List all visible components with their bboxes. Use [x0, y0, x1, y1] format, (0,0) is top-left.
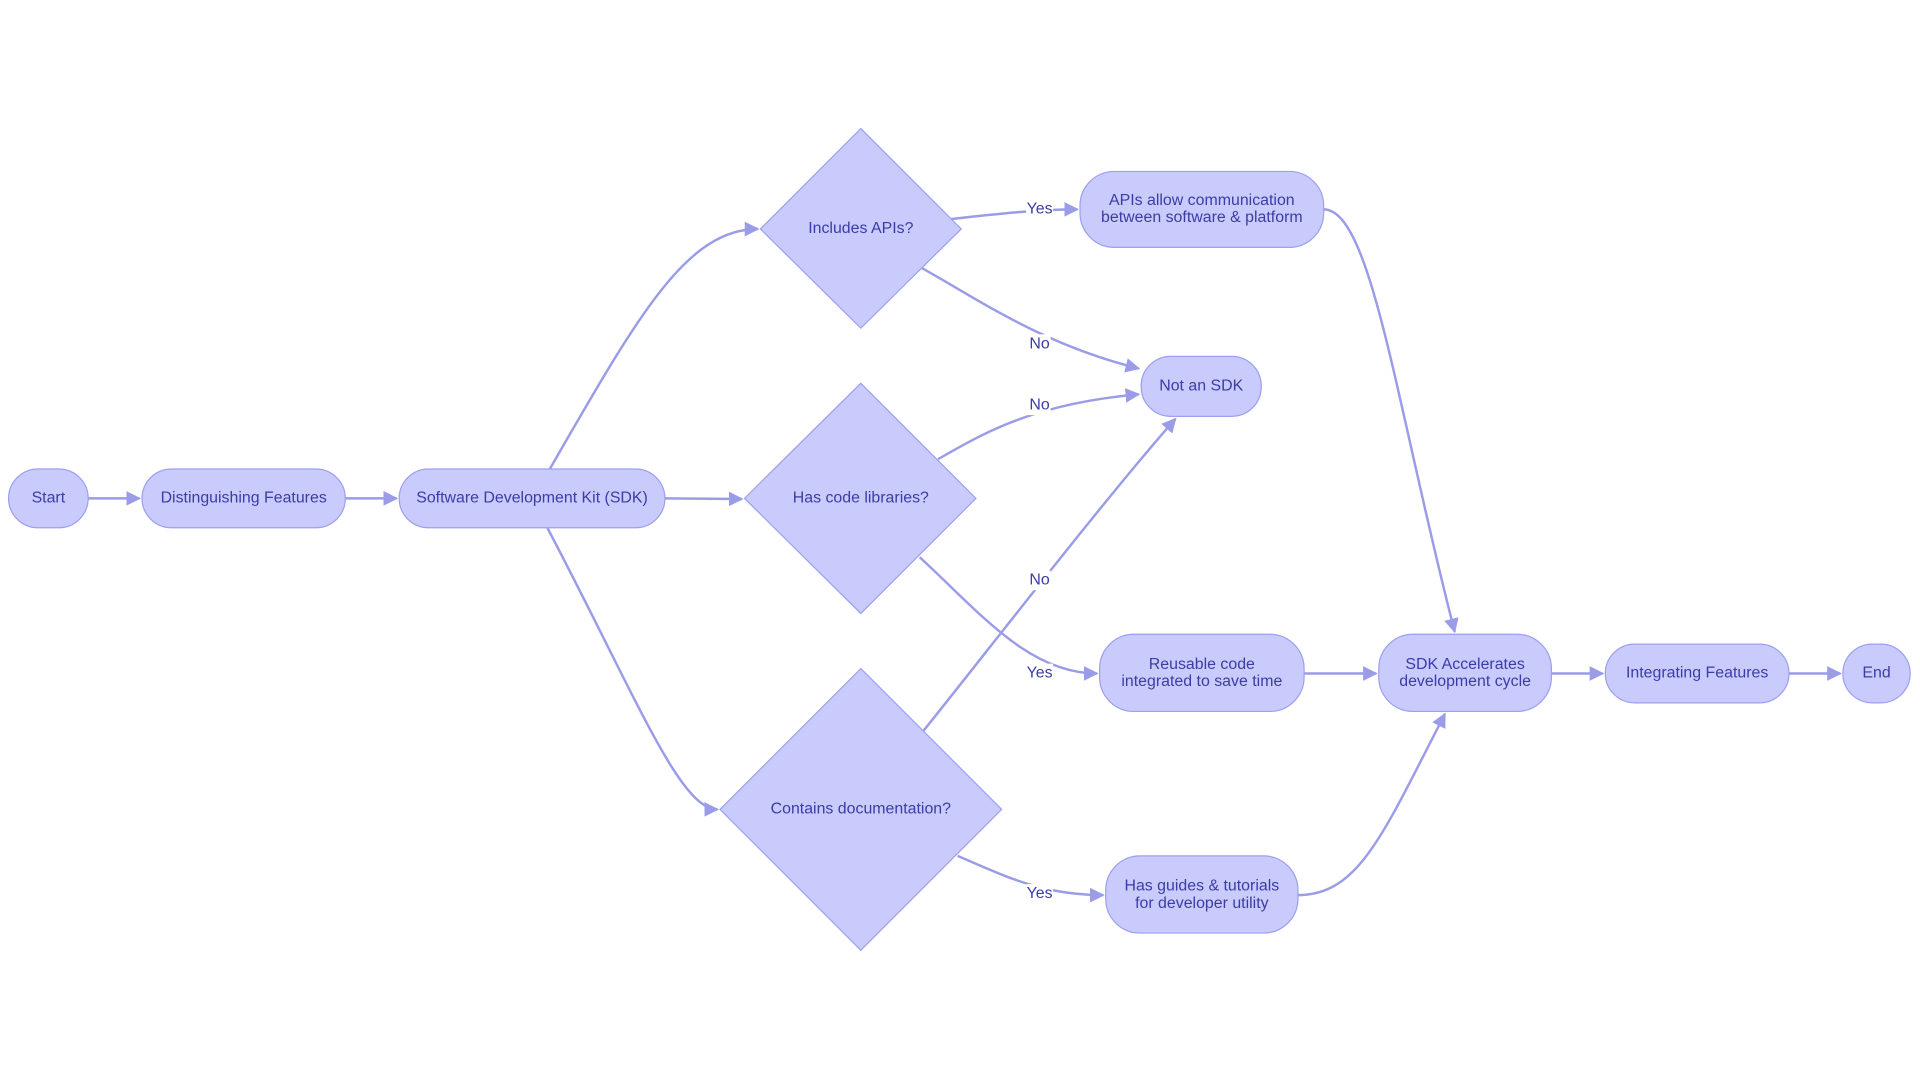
node-reusable-code: Reusable code integrated to save time: [1098, 633, 1305, 713]
node-distinguishing-features: Distinguishing Features: [141, 468, 346, 529]
svg-text:between software & platform: between software & platform: [1101, 209, 1303, 226]
svg-text:Includes APIs?: Includes APIs?: [808, 220, 913, 237]
svg-text:Has code libraries?: Has code libraries?: [793, 490, 929, 507]
svg-text:Contains documentation?: Contains documentation?: [771, 801, 952, 818]
edge-apis-yes: [950, 202, 1080, 221]
node-start: Start: [7, 468, 89, 529]
edge-label-apis-no: No: [1029, 335, 1049, 352]
node-apis-allow-communication: APIs allow communication between softwar…: [1079, 170, 1325, 248]
edge-label-docs-yes: Yes: [1027, 885, 1053, 902]
edge-sdk-docs: [546, 527, 720, 817]
node-integrating-features: Integrating Features: [1604, 643, 1790, 704]
edge-label-docs-no: No: [1029, 572, 1049, 589]
svg-text:End: End: [1862, 665, 1890, 682]
svg-text:Start: Start: [32, 490, 66, 507]
svg-text:APIs allow communication: APIs allow communication: [1109, 192, 1295, 209]
svg-text:SDK Accelerates: SDK Accelerates: [1405, 656, 1524, 673]
edge-labels: Yes No No No Yes Yes: [1026, 199, 1054, 904]
svg-text:development cycle: development cycle: [1399, 673, 1531, 690]
edge-sdk-apis: [548, 221, 760, 470]
node-sdk: Software Development Kit (SDK): [398, 468, 666, 529]
edge-label-apis-yes: Yes: [1027, 201, 1053, 218]
svg-text:Has guides & tutorials: Has guides & tutorials: [1124, 878, 1279, 895]
edge-label-libs-no: No: [1029, 397, 1049, 414]
node-has-guides-tutorials: Has guides & tutorials for developer uti…: [1105, 855, 1299, 934]
edge-apisyes-accel: [1323, 208, 1459, 634]
svg-text:Software Development Kit (SDK): Software Development Kit (SDK): [416, 490, 648, 507]
decision-includes-apis: Includes APIs?: [759, 127, 963, 330]
svg-text:integrated to save time: integrated to save time: [1121, 673, 1282, 690]
node-not-an-sdk: Not an SDK: [1140, 355, 1262, 417]
flowchart: Yes No No No Yes Yes Start Distinguishin…: [7, 127, 1911, 952]
svg-text:Not an SDK: Not an SDK: [1159, 378, 1243, 395]
svg-text:Reusable code: Reusable code: [1149, 656, 1255, 673]
svg-text:Distinguishing Features: Distinguishing Features: [161, 490, 327, 507]
edge-libs-yes: [918, 556, 1099, 681]
edge-docsyes-accel: [1297, 712, 1446, 897]
decision-contains-documentation: Contains documentation?: [719, 667, 1003, 952]
svg-text:Integrating Features: Integrating Features: [1626, 665, 1768, 682]
node-end: End: [1842, 643, 1911, 704]
edge-sdk-libs: [664, 491, 744, 507]
svg-text:for developer utility: for developer utility: [1135, 895, 1269, 912]
edge-label-libs-yes: Yes: [1027, 665, 1053, 682]
node-sdk-accelerates: SDK Accelerates development cycle: [1378, 633, 1553, 713]
